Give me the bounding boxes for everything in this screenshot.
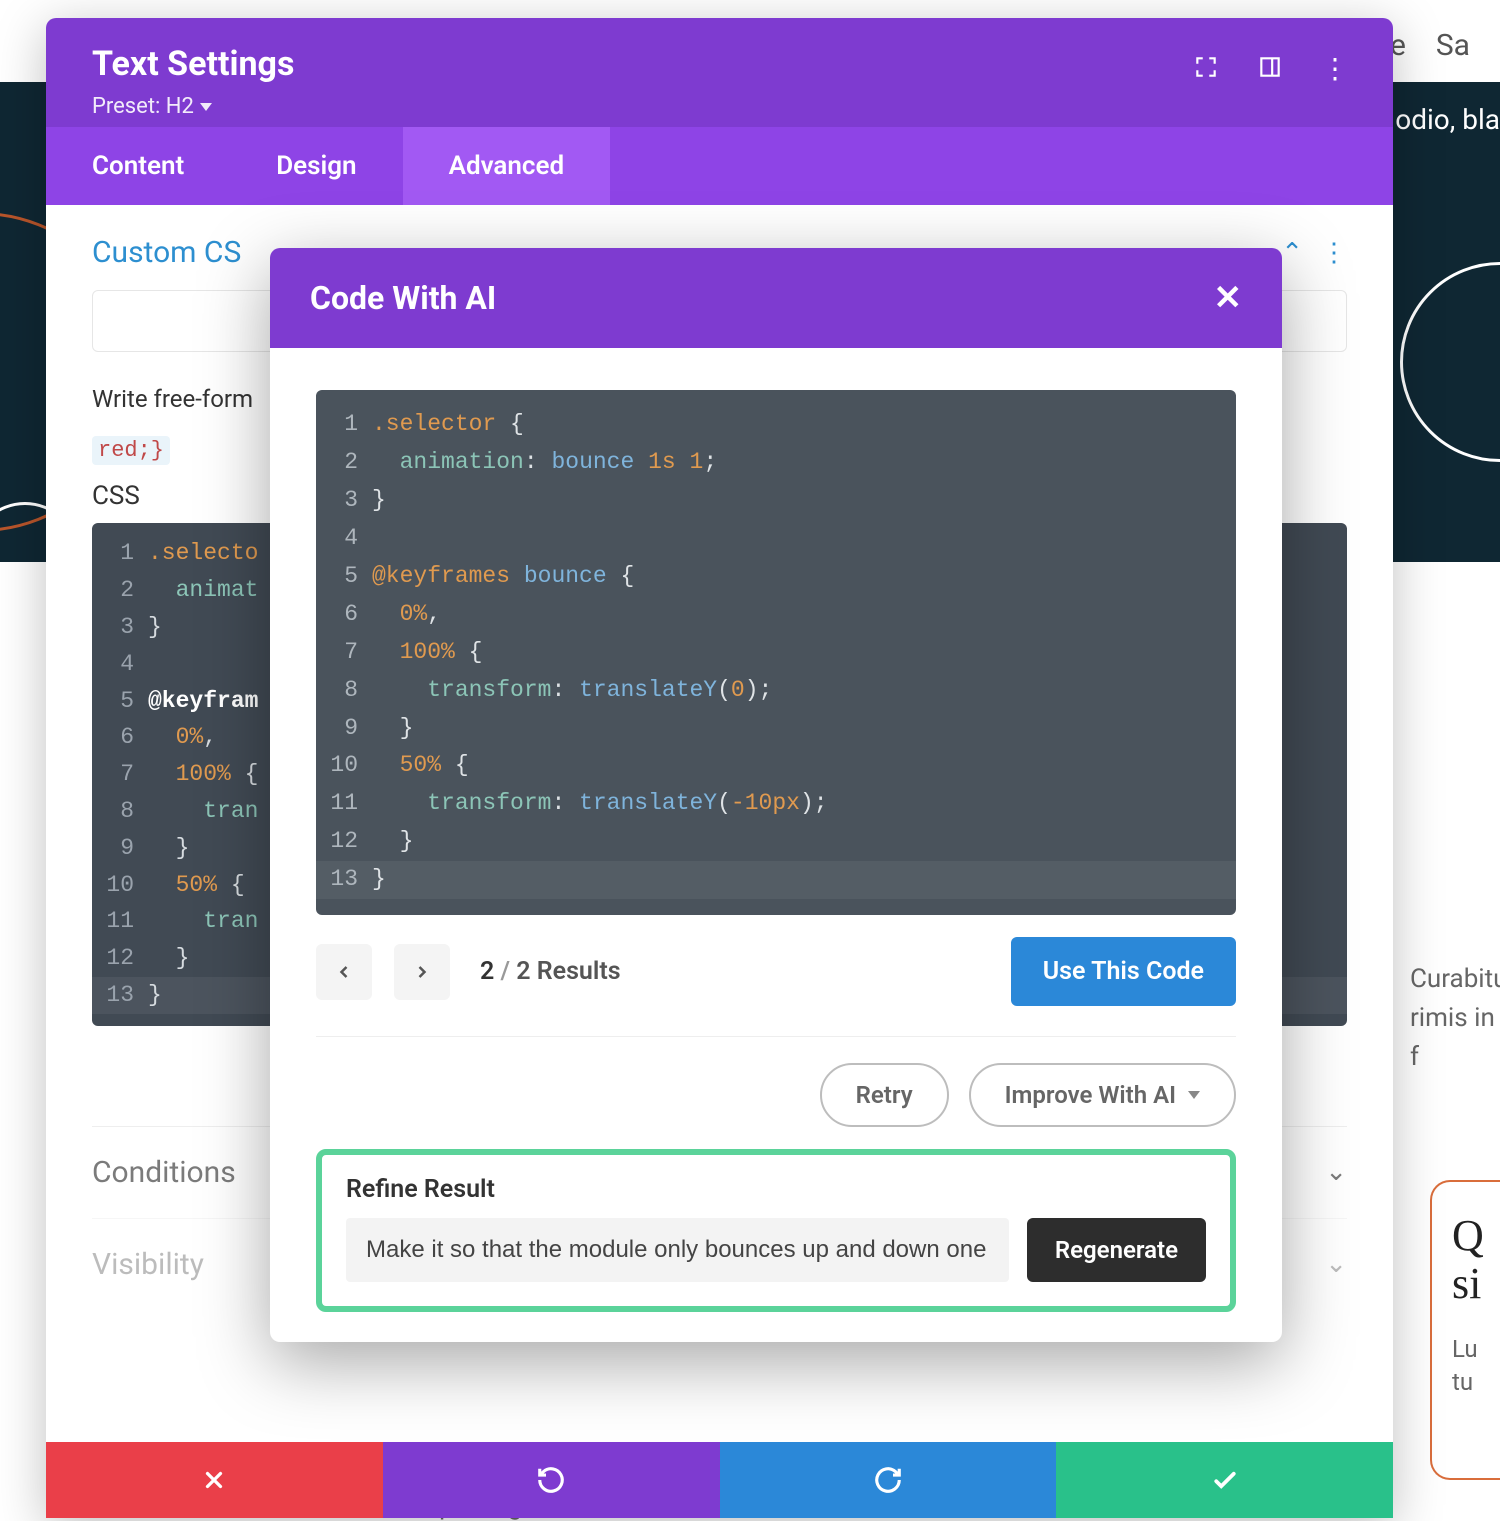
decorative-circle	[1400, 262, 1500, 462]
retry-button[interactable]: Retry	[820, 1063, 949, 1127]
improve-with-ai-button[interactable]: Improve With AI	[969, 1063, 1236, 1127]
undo-button[interactable]	[383, 1442, 720, 1518]
code-chip: red;}	[92, 436, 170, 465]
accordion-title: Visibility	[92, 1247, 204, 1282]
close-icon[interactable]: ✕	[1214, 278, 1243, 318]
result-counter: 2 / 2 Results	[480, 957, 621, 986]
chevron-down-icon: ⌄	[1325, 1157, 1347, 1187]
redo-button[interactable]	[720, 1442, 1057, 1518]
ai-modal-header: Code With AI ✕	[270, 248, 1282, 348]
close-button[interactable]	[46, 1442, 383, 1518]
result-nav: 2 / 2 Results Use This Code	[316, 937, 1236, 1006]
accordion-title: Conditions	[92, 1155, 236, 1190]
modal-header: Text Settings Preset: H2 ⋮	[46, 18, 1393, 127]
preset-selector[interactable]: Preset: H2	[92, 94, 294, 119]
ai-code-preview[interactable]: 1.selector {2 animation: bounce 1s 1;3}4…	[316, 390, 1236, 915]
next-result-button[interactable]	[394, 944, 450, 1000]
side-card-fragment: Q si Lutu	[1430, 1180, 1500, 1480]
panel-layout-icon[interactable]	[1257, 54, 1283, 84]
chevron-down-icon	[1188, 1091, 1200, 1099]
ai-modal-title: Code With AI	[310, 279, 496, 317]
modal-footer	[46, 1442, 1393, 1518]
expand-icon[interactable]	[1193, 54, 1219, 84]
tab-design[interactable]: Design	[230, 127, 402, 205]
save-button[interactable]	[1056, 1442, 1393, 1518]
refine-input[interactable]	[346, 1218, 1009, 1282]
body-text-fragment: Curabitu rimis in f	[1410, 960, 1500, 1077]
regenerate-button[interactable]: Regenerate	[1027, 1218, 1206, 1282]
chevron-down-icon: ⌄	[1325, 1249, 1347, 1279]
prev-result-button[interactable]	[316, 944, 372, 1000]
modal-tabs: Content Design Advanced	[46, 127, 1393, 205]
code-with-ai-modal: Code With AI ✕ 1.selector {2 animation: …	[270, 248, 1282, 1342]
tab-content[interactable]: Content	[46, 127, 230, 205]
modal-title: Text Settings	[92, 44, 294, 84]
section-title-custom-css[interactable]: Custom CS	[92, 235, 241, 270]
kebab-menu-icon[interactable]: ⋮	[1321, 238, 1347, 268]
use-this-code-button[interactable]: Use This Code	[1011, 937, 1236, 1006]
collapse-icon[interactable]: ⌃	[1281, 238, 1303, 268]
chevron-down-icon	[200, 103, 212, 111]
refine-result-box: Refine Result Regenerate	[316, 1149, 1236, 1312]
refine-title: Refine Result	[346, 1175, 1206, 1204]
tab-advanced[interactable]: Advanced	[403, 127, 611, 205]
divider	[316, 1036, 1236, 1037]
